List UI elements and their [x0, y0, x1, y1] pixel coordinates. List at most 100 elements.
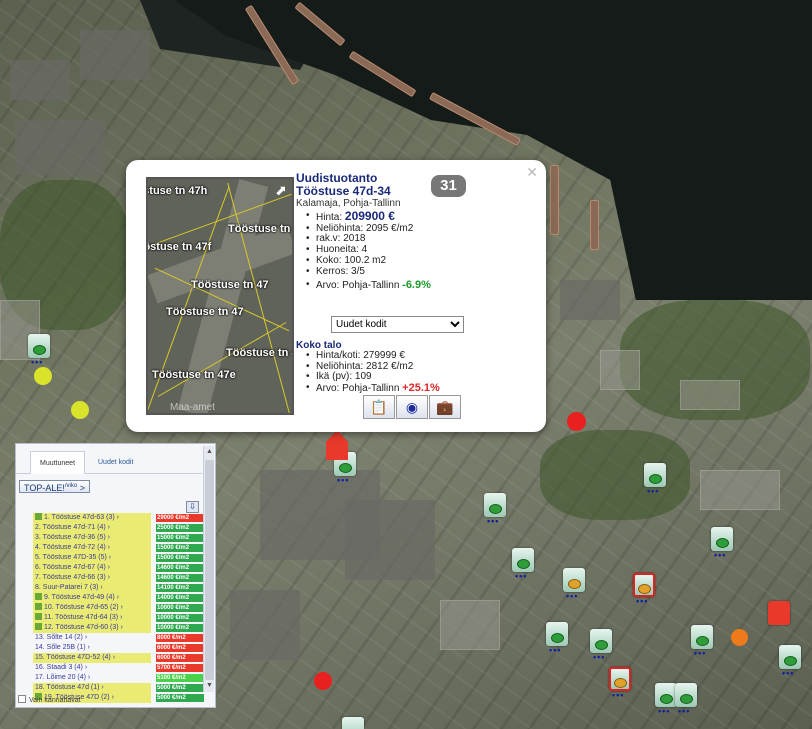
list-item-label[interactable]: 5. Tööstuse 47D-35 (5) ›: [33, 553, 151, 563]
list-item[interactable]: 11. Tööstuse 47d-64 (3) › 10000 €/m2: [30, 613, 204, 623]
property-marker[interactable]: •••: [691, 625, 713, 658]
list-item[interactable]: 15. Tööstuse 47D-52 (4) › 6000 €/m2: [30, 653, 204, 663]
property-location: Kalamaja, Pohja-Tallinn: [296, 198, 401, 209]
list-item-label[interactable]: 15. Tööstuse 47D-52 (4) ›: [33, 653, 151, 663]
list-item-label[interactable]: 3. Tööstuse 47d-36 (5) ›: [33, 533, 151, 543]
export-icon[interactable]: ⇩: [186, 501, 199, 513]
chevron-right-icon: ›: [118, 614, 123, 621]
list-item[interactable]: 13. Sõlte 14 (2) › 8000 €/m2: [30, 633, 204, 643]
price-per-sqm-badge: 10000 €/m2: [156, 614, 204, 622]
list-item-label[interactable]: 14. Sõle 25B (1) ›: [33, 643, 151, 653]
listing-type-select[interactable]: Uudet kodit: [331, 316, 464, 333]
list-item-label[interactable]: 11. Tööstuse 47d-64 (3) ›: [33, 613, 151, 623]
list-item-label[interactable]: 13. Sõlte 14 (2) ›: [33, 633, 151, 643]
list-item[interactable]: 3. Tööstuse 47d-36 (5) › 15000 €/m2: [30, 533, 204, 543]
thumbnail-label: Tööstuse tn 47f: [148, 241, 212, 253]
map-dot-red[interactable]: [314, 672, 332, 690]
house-icon: [35, 513, 42, 520]
pier: [550, 165, 559, 235]
park: [540, 430, 690, 520]
list-item-label[interactable]: 17. Lõime 20 (4) ›: [33, 673, 151, 683]
chevron-right-icon: ›: [85, 644, 90, 651]
only-profitable-option[interactable]: Vain kannattavat: [18, 695, 81, 704]
list-item[interactable]: 7. Tööstuse 47d-66 (3) › 14600 €/m2: [30, 573, 204, 583]
property-marker[interactable]: [768, 601, 790, 631]
list-item-label[interactable]: 1. Tööstuse 47d-63 (3) ›: [33, 513, 151, 523]
piggy-bank-icon[interactable]: ◉: [396, 395, 428, 419]
detail-floor: Kerros: 3/5: [306, 266, 541, 278]
chevron-right-icon: ›: [114, 594, 119, 601]
list-item-label[interactable]: 12. Tööstuse 47d-60 (3) ›: [33, 623, 151, 633]
external-link-icon[interactable]: ⬈: [273, 182, 289, 198]
scroll-down-icon[interactable]: ▼: [204, 682, 215, 689]
list-item[interactable]: 4. Tööstuse 47d-72 (4) › 15000 €/m2: [30, 543, 204, 553]
building: [700, 470, 780, 510]
property-marker[interactable]: •••: [675, 683, 697, 716]
list-item-label[interactable]: 7. Tööstuse 47d-66 (3) ›: [33, 573, 151, 583]
thumbnail-label: Tööstuse tn 47e: [152, 369, 236, 381]
house-icon: [35, 613, 42, 620]
panel-scrollbar[interactable]: ▲ ▼: [203, 446, 214, 692]
chevron-right-icon: ›: [105, 534, 110, 541]
count-badge: 31: [431, 175, 466, 197]
list-item[interactable]: 2. Tööstuse 47d-71 (4) › 25000 €/m2: [30, 523, 204, 533]
property-marker[interactable]: •••: [655, 683, 677, 716]
chevron-right-icon: ›: [105, 564, 110, 571]
property-marker[interactable]: •••: [609, 667, 631, 700]
watermark: Maa-amet: [170, 402, 216, 413]
map-dot-red[interactable]: [567, 412, 586, 431]
chevron-right-icon: ›: [82, 634, 88, 641]
list-item[interactable]: 14. Sõle 25B (1) › 6000 €/m2: [30, 643, 204, 653]
list-item-label[interactable]: 10. Tööstuse 47d-65 (2) ›: [33, 603, 151, 613]
price-per-sqm-badge: 14600 €/m2: [156, 564, 204, 572]
list-item[interactable]: 12. Tööstuse 47d-60 (3) › 10000 €/m2: [30, 623, 204, 633]
checkbox[interactable]: [18, 695, 26, 703]
list-item-label[interactable]: 4. Tööstuse 47d-72 (4) ›: [33, 543, 151, 553]
property-marker[interactable]: [342, 717, 364, 729]
list-item[interactable]: 16. Staadi 3 (4) › 5700 €/m2: [30, 663, 204, 673]
list-item[interactable]: 1. Tööstuse 47d-63 (3) › 29000 €/m2: [30, 513, 204, 523]
list-item-label[interactable]: 2. Tööstuse 47d-71 (4) ›: [33, 523, 151, 533]
list-item[interactable]: 9. Tööstuse 47d-49 (4) › 14000 €/m2: [30, 593, 204, 603]
chevron-right-icon: ›: [105, 574, 110, 581]
map-dot-yellow[interactable]: [34, 367, 52, 385]
scroll-thumb[interactable]: [205, 460, 214, 680]
property-marker[interactable]: •••: [590, 629, 612, 662]
price-per-sqm-badge: 8000 €/m2: [156, 634, 204, 642]
top-ale-button[interactable]: TOP-ALE!/viko >: [19, 480, 90, 493]
list-item-label[interactable]: 9. Tööstuse 47d-49 (4) ›: [33, 593, 151, 603]
thumbnail-label: Tööstuse tn 47: [191, 279, 269, 291]
tab-uudet-kodit[interactable]: Uudet kodit: [89, 451, 142, 474]
list-item[interactable]: 10. Tööstuse 47d-65 (2) › 10000 €/m2: [30, 603, 204, 613]
list-item[interactable]: 8. Suur-Patarei 7 (3) › 14100 €/m2: [30, 583, 204, 593]
list-item-label[interactable]: 18. Tööstuse 47d (1) ›: [33, 683, 151, 693]
map-dot-yellow[interactable]: [71, 401, 89, 419]
property-marker[interactable]: •••: [711, 527, 733, 560]
list-item-label[interactable]: 16. Staadi 3 (4) ›: [33, 663, 151, 673]
property-marker[interactable]: •••: [563, 568, 585, 601]
list-item[interactable]: 18. Tööstuse 47d (1) › 5000 €/m2: [30, 683, 204, 693]
aerial-thumbnail[interactable]: Tööstuse tn 47h Tööstuse tn 47f Tööstuse…: [146, 177, 294, 415]
property-marker[interactable]: •••: [546, 622, 568, 655]
clipboard-icon[interactable]: 📋: [363, 395, 395, 419]
list-item-label[interactable]: 8. Suur-Patarei 7 (3) ›: [33, 583, 151, 593]
list-item[interactable]: 17. Lõime 20 (4) › 5100 €/m2: [30, 673, 204, 683]
popup-actions: 📋 ◉ 💼: [363, 395, 462, 419]
property-marker[interactable]: •••: [484, 493, 506, 526]
thumbnail-label: Tööstuse tn 47h: [148, 185, 208, 197]
building: [345, 500, 435, 580]
list-item[interactable]: 6. Tööstuse 47d-67 (4) › 14600 €/m2: [30, 563, 204, 573]
tab-muuttuneet[interactable]: Muuttuneet: [30, 451, 86, 474]
list-item[interactable]: 5. Tööstuse 47D-35 (5) › 15000 €/m2: [30, 553, 204, 563]
property-marker[interactable]: •••: [779, 645, 801, 678]
property-marker[interactable]: •••: [644, 463, 666, 496]
list-item-label[interactable]: 6. Tööstuse 47d-67 (4) ›: [33, 563, 151, 573]
property-marker[interactable]: •••: [633, 573, 655, 606]
chevron-right-icon: ›: [118, 604, 123, 611]
map-dot-orange[interactable]: [731, 629, 748, 646]
chevron-right-icon: ›: [98, 584, 103, 591]
scroll-up-icon[interactable]: ▲: [204, 448, 215, 455]
briefcase-icon[interactable]: 💼: [429, 395, 461, 419]
property-marker[interactable]: •••: [28, 334, 50, 367]
property-marker[interactable]: •••: [512, 548, 534, 581]
